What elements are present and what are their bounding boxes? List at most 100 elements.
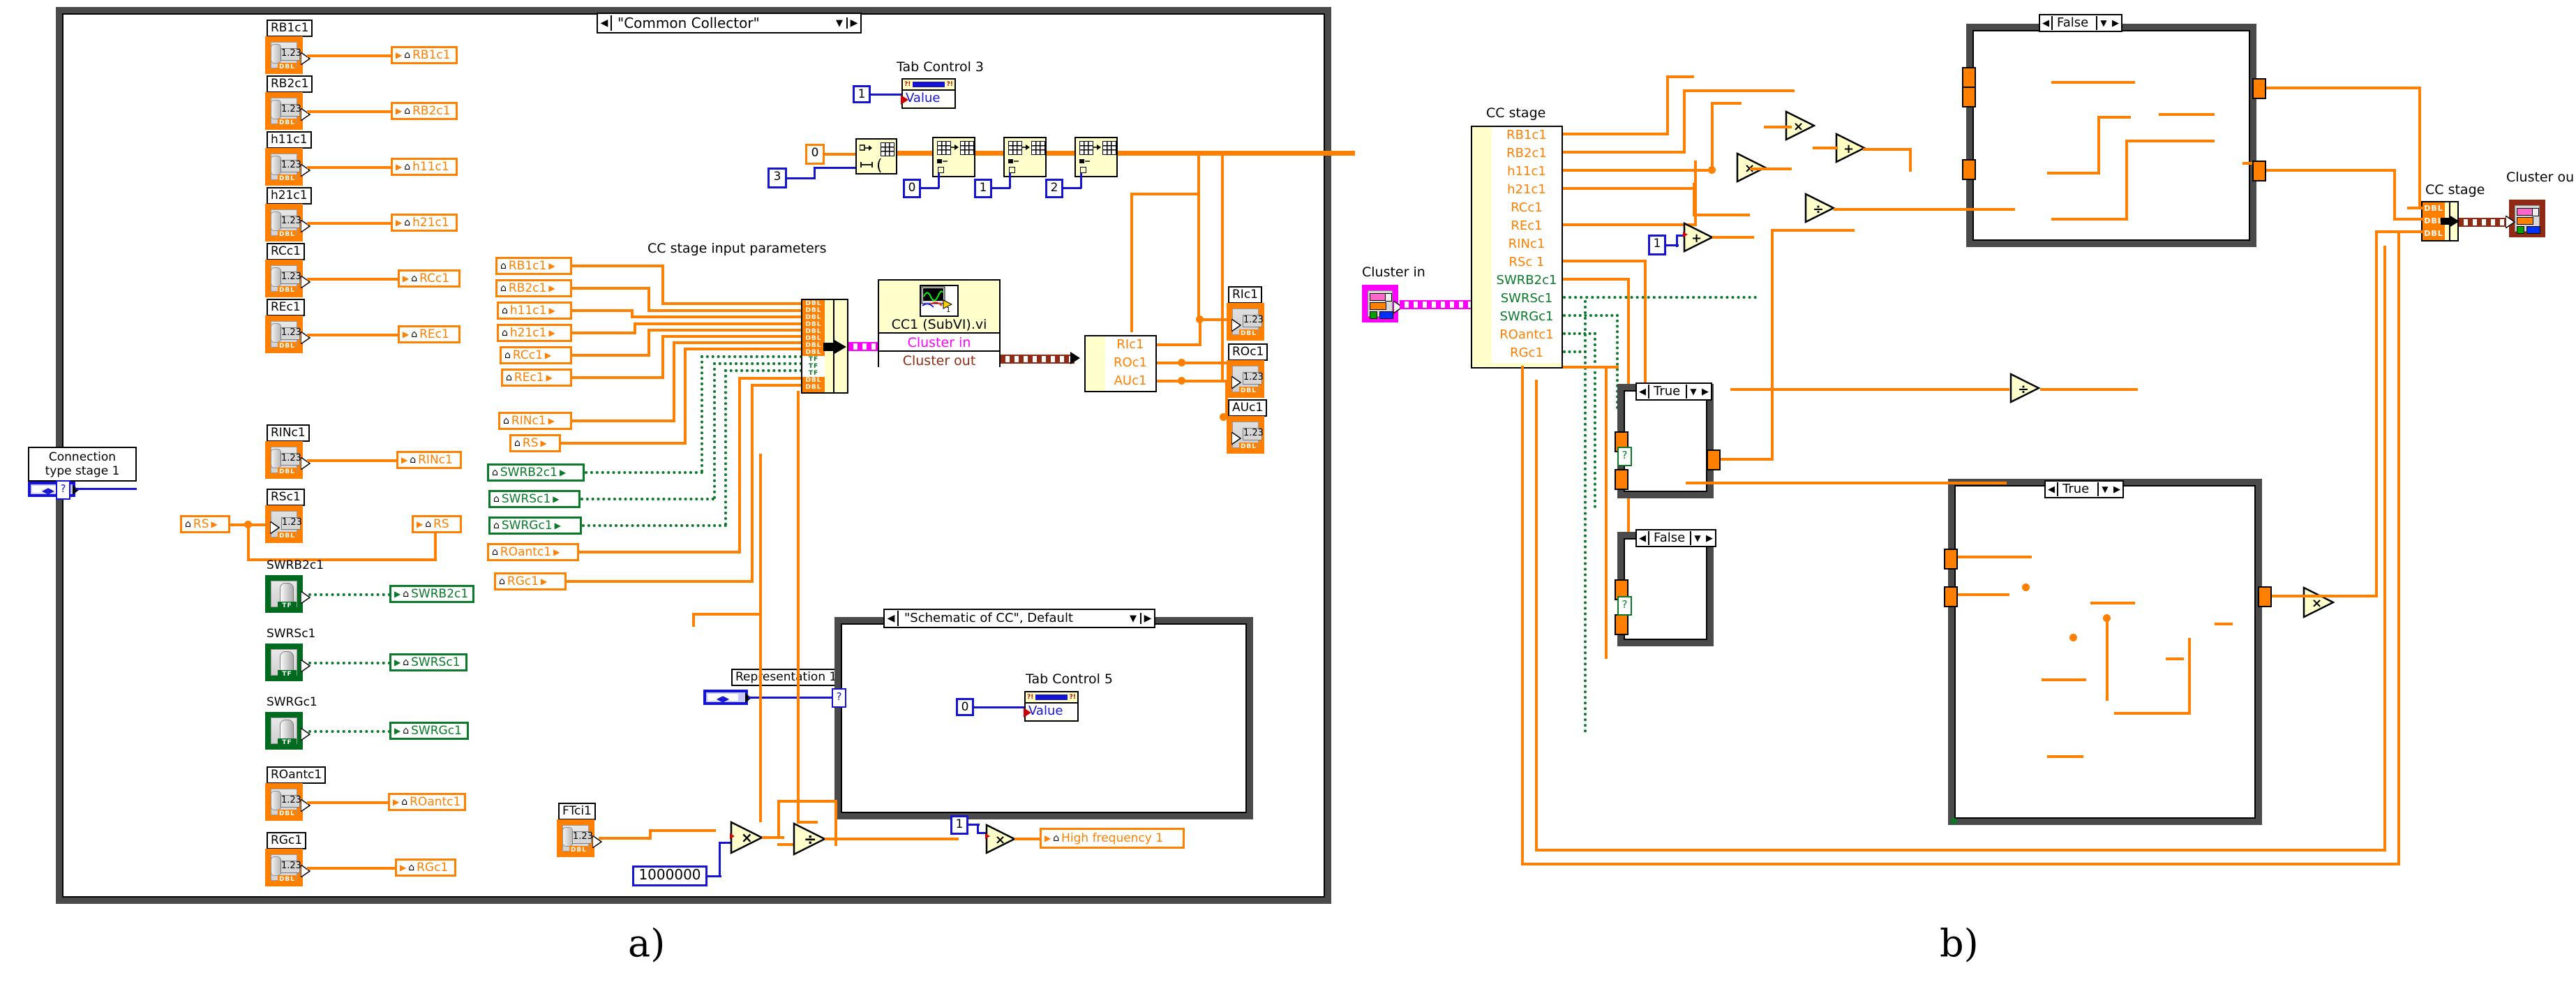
- constant-tabctl5-value[interactable]: 0: [956, 698, 974, 716]
- bundle-cluster-cc-stage[interactable]: DBL DBL DBL DBL DBL DBL DBL DBL TF TF TF…: [801, 299, 848, 394]
- control-rcc1[interactable]: 1.23 DBL: [265, 260, 310, 297]
- local-variable-rec1[interactable]: ▶ ⌂ REc1: [398, 325, 460, 343]
- local-feed-rb1c1[interactable]: ⌂ RB1c1 ▶: [495, 257, 572, 275]
- constant-frequency-multiplier[interactable]: 1000000: [632, 865, 707, 886]
- prev-case-icon[interactable]: ◀: [1637, 387, 1648, 397]
- chevron-down-icon[interactable]: ▼: [1691, 533, 1704, 543]
- divide-function-b2[interactable]: ÷: [2009, 373, 2040, 403]
- local-feed-swrsc1[interactable]: ⌂ SWRSc1 ▶: [488, 490, 581, 508]
- local-variable-rs-left[interactable]: ▶ ⌂ RS: [412, 515, 462, 533]
- indicator-roc1[interactable]: 1.23 DBL: [1227, 360, 1264, 398]
- prev-case-icon[interactable]: ◀: [598, 17, 611, 29]
- chevron-down-icon[interactable]: ▼: [1126, 614, 1140, 624]
- indicator-auc1[interactable]: 1.23 DBL: [1227, 416, 1264, 454]
- local-variable-rgc1[interactable]: ▶ ⌂ RGc1: [395, 859, 456, 877]
- constant-replace-index-0[interactable]: 0: [903, 179, 921, 198]
- control-rb1c1[interactable]: 1.23 DBL: [265, 36, 310, 74]
- control-cluster-in[interactable]: [1362, 285, 1403, 322]
- local-variable-rs-far-left[interactable]: ⌂ RS ▶: [180, 515, 230, 533]
- control-roantc1[interactable]: 1.23 DBL: [265, 783, 310, 821]
- next-case-icon[interactable]: ▶: [2110, 18, 2121, 29]
- control-rinc1[interactable]: 1.23 DBL: [265, 441, 310, 479]
- control-rb2c1[interactable]: 1.23 DBL: [265, 92, 310, 130]
- case-selector-b-mid-left-2[interactable]: ◀ False ▼ ▶: [1635, 529, 1716, 547]
- constant-replace-index-1[interactable]: 1: [974, 179, 992, 198]
- local-feed-swrgc1[interactable]: ⌂ SWRGc1 ▶: [488, 516, 582, 535]
- divide-function-b1[interactable]: ÷: [1804, 193, 1835, 223]
- next-case-icon[interactable]: ▶: [1700, 387, 1711, 397]
- replace-array-subset-2[interactable]: [1003, 137, 1047, 177]
- local-feed-h11c1[interactable]: ⌂ h11c1 ▶: [497, 302, 572, 320]
- chevron-down-icon[interactable]: ▼: [1687, 387, 1700, 396]
- indicator-cluster-out[interactable]: [2506, 200, 2545, 237]
- replace-array-subset-1[interactable]: [932, 137, 975, 177]
- case-selector-b-bottom-right[interactable]: ◀ True ▼ ▶: [2044, 480, 2124, 498]
- add-function-b1[interactable]: +: [1683, 222, 1714, 253]
- local-variable-rinc1[interactable]: ▶ ⌂ RINc1: [396, 451, 462, 469]
- representation-enum-terminal[interactable]: ◀▶: [703, 690, 751, 705]
- chevron-down-icon[interactable]: ▼: [2099, 484, 2111, 494]
- case-selector-schematic-cc[interactable]: ◀ "Schematic of CC", Default ▼ ▶: [883, 609, 1155, 628]
- local-feed-rgc1[interactable]: ⌂ RGc1 ▶: [494, 572, 567, 590]
- local-feed-roantc1[interactable]: ⌂ ROantc1 ▶: [487, 543, 579, 561]
- prev-case-icon[interactable]: ◀: [2046, 484, 2057, 495]
- local-feed-swrb2c1[interactable]: ⌂ SWRB2c1 ▶: [487, 463, 585, 482]
- local-feed-rinc1[interactable]: ⌂ RINc1 ▶: [498, 412, 572, 430]
- local-variable-rcc1[interactable]: ▶ ⌂ RCc1: [398, 269, 460, 288]
- prev-case-icon[interactable]: ◀: [885, 613, 897, 624]
- divide-function-freq[interactable]: ÷: [793, 822, 826, 856]
- indicator-ric1[interactable]: 1.23 DBL: [1227, 303, 1264, 341]
- indicator-high-frequency-1[interactable]: ▶ ⌂ High frequency 1: [1040, 828, 1185, 849]
- control-swrgc1[interactable]: TF: [265, 712, 310, 750]
- subvi-cc1[interactable]: 1 CC1 (SubVI).vi Cluster in Cluster out: [878, 279, 1001, 370]
- control-rec1[interactable]: 1.23 DBL: [265, 315, 310, 353]
- local-variable-swrgc1[interactable]: ▶ ⌂ SWRGc1: [389, 722, 469, 740]
- unbundle-by-name-cc-stage[interactable]: RB1c1 RB2c1 h11c1 h21c1 RCc1 REc1 RINc1 …: [1471, 126, 1563, 369]
- control-ftci1[interactable]: 1.23 DBL: [557, 819, 602, 857]
- property-node-tab-control-3[interactable]: ?!?! Value: [901, 78, 956, 109]
- constant-array-init-value[interactable]: 0: [805, 144, 825, 165]
- local-variable-swrb2c1[interactable]: ▶ ⌂ SWRB2c1: [389, 585, 474, 603]
- case-selector-common-collector[interactable]: ◀ "Common Collector" ▼ ▶: [597, 13, 862, 34]
- local-feed-rec1[interactable]: ⌂ REc1 ▶: [501, 369, 572, 387]
- local-variable-rb1c1[interactable]: ▶ ⌂ RB1c1: [391, 46, 458, 64]
- add-function-b2[interactable]: +: [1835, 133, 1866, 163]
- constant-b-one[interactable]: 1: [1648, 235, 1666, 255]
- case-selector-b-top-right[interactable]: ◀ False ▼ ▶: [2039, 14, 2122, 32]
- property-node-tab-control-5[interactable]: ?!?! Value: [1024, 691, 1079, 722]
- control-h11c1[interactable]: 1.23 DBL: [265, 148, 310, 186]
- unbundle-by-name-a[interactable]: RIc1 ROc1 AUc1: [1084, 335, 1157, 392]
- local-feed-h21c1[interactable]: ⌂ h21c1 ▶: [497, 324, 572, 342]
- next-case-icon[interactable]: ▶: [1704, 533, 1715, 544]
- control-rsc1[interactable]: 1.23 DBL: [265, 505, 303, 543]
- local-variable-h21c1[interactable]: ▶ ⌂ h21c1: [391, 214, 458, 232]
- next-case-icon[interactable]: ▶: [1140, 613, 1154, 624]
- local-feed-rcc1[interactable]: ⌂ RCc1 ▶: [500, 346, 572, 364]
- multiply-function-freq[interactable]: ×: [730, 821, 763, 854]
- local-variable-roantc1[interactable]: ▶ ⌂ ROantc1: [388, 793, 466, 811]
- local-feed-rs[interactable]: ⌂ RS ▶: [509, 434, 561, 452]
- local-variable-rb2c1[interactable]: ▶ ⌂ RB2c1: [391, 102, 458, 120]
- constant-replace-index-2[interactable]: 2: [1045, 179, 1063, 198]
- constant-freq-gain[interactable]: 1: [950, 815, 968, 835]
- prev-case-icon[interactable]: ◀: [1637, 533, 1648, 544]
- next-case-icon[interactable]: ▶: [846, 17, 860, 29]
- initialize-array-node[interactable]: (: [855, 138, 897, 174]
- prev-case-icon[interactable]: ◀: [2040, 18, 2051, 29]
- chevron-down-icon[interactable]: ▼: [2097, 18, 2110, 28]
- constant-tabctl3-value[interactable]: 1: [853, 85, 871, 103]
- control-swrsc1[interactable]: TF: [265, 644, 310, 681]
- constant-array-size[interactable]: 3: [767, 168, 787, 188]
- local-variable-h11c1[interactable]: ▶ ⌂ h11c1: [391, 158, 458, 176]
- replace-array-subset-3[interactable]: [1074, 137, 1118, 177]
- case-selector-b-mid-left-1[interactable]: ◀ True ▼ ▶: [1635, 382, 1712, 401]
- chevron-down-icon[interactable]: ▼: [832, 18, 846, 29]
- next-case-icon[interactable]: ▶: [2111, 484, 2122, 495]
- multiply-function-b7[interactable]: ×: [2302, 586, 2335, 618]
- control-swrb2c1[interactable]: TF: [265, 575, 310, 613]
- multiply-function-gain[interactable]: ×: [985, 824, 1016, 854]
- local-variable-swrsc1[interactable]: ▶ ⌂ SWRSc1: [389, 653, 467, 671]
- bundle-cluster-b[interactable]: DBL DBL DBL: [2421, 201, 2459, 241]
- control-rgc1[interactable]: 1.23 DBL: [265, 849, 310, 886]
- control-h21c1[interactable]: 1.23 DBL: [265, 204, 310, 241]
